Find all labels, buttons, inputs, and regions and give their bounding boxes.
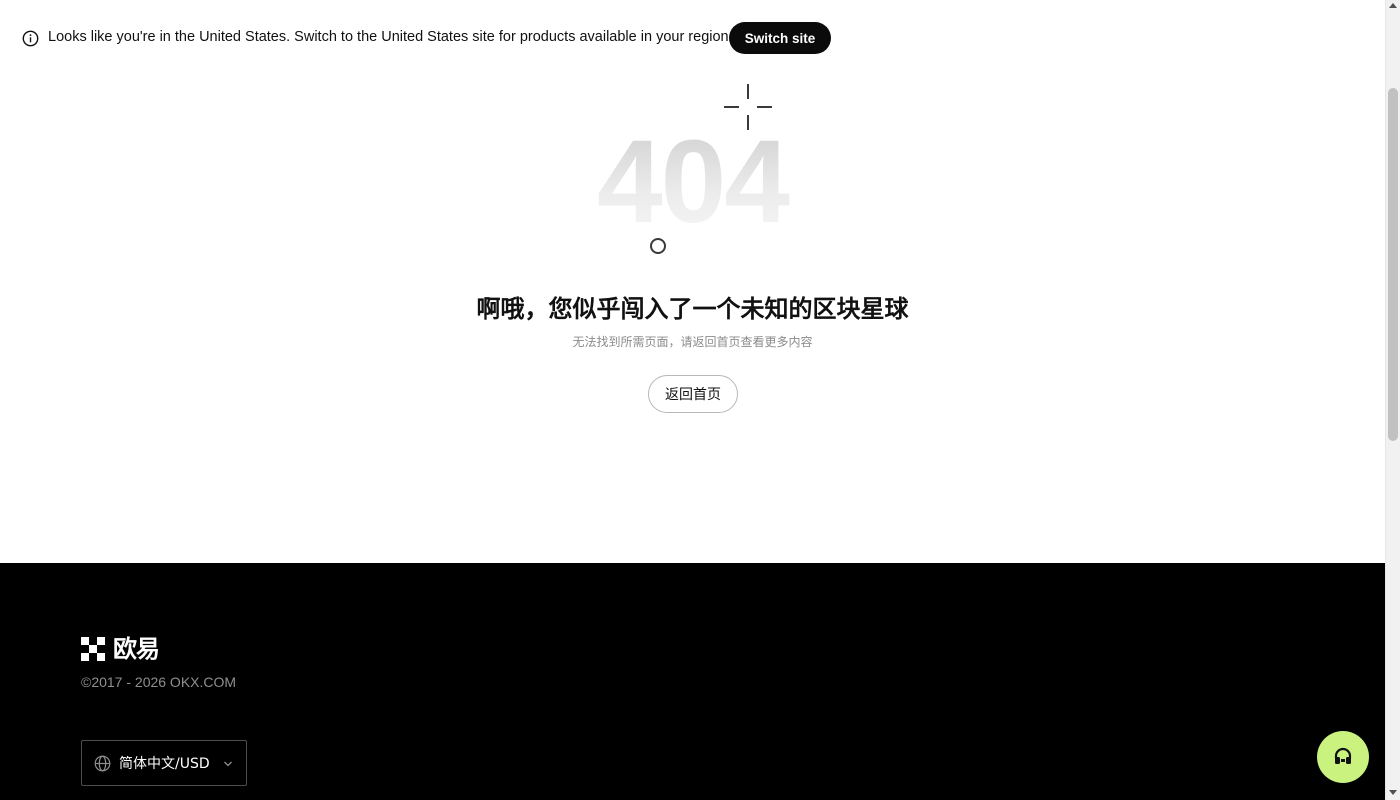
okx-logo-icon [81,637,105,661]
footer: 欧易 ©2017 - 2026 OKX.COM 简体中文/USD [0,563,1385,800]
logo-text: 欧易 [113,635,160,663]
error-subtitle: 无法找到所需页面，请返回首页查看更多内容 [572,335,813,349]
scroll-up-arrow-icon[interactable] [1389,3,1397,8]
language-currency-selector[interactable]: 简体中文/USD [81,740,247,786]
scrollbar-thumb[interactable] [1388,88,1398,441]
page: Looks like you're in the United States. … [0,0,1385,800]
scroll-down-arrow-icon[interactable] [1389,790,1397,795]
switch-site-button[interactable]: Switch site [729,22,831,54]
info-circle-icon [22,30,39,47]
copyright: ©2017 - 2026 OKX.COM [81,674,237,690]
language-label: 简体中文/USD [119,756,210,772]
vertical-scrollbar[interactable] [1385,0,1400,800]
globe-icon [94,755,111,772]
region-banner-message: Looks like you're in the United States. … [48,29,733,45]
error-code: 404 [560,122,825,242]
support-chat-button[interactable] [1317,731,1369,783]
back-home-button[interactable]: 返回首页 [648,375,738,413]
chevron-down-icon [224,761,232,767]
footer-logo[interactable]: 欧易 [81,635,160,663]
region-banner: Looks like you're in the United States. … [0,0,1385,76]
orbit-circle-icon [650,238,666,254]
error-title: 啊哦，您似乎闯入了一个未知的区块星球 [476,295,909,323]
headset-icon [1334,747,1352,764]
